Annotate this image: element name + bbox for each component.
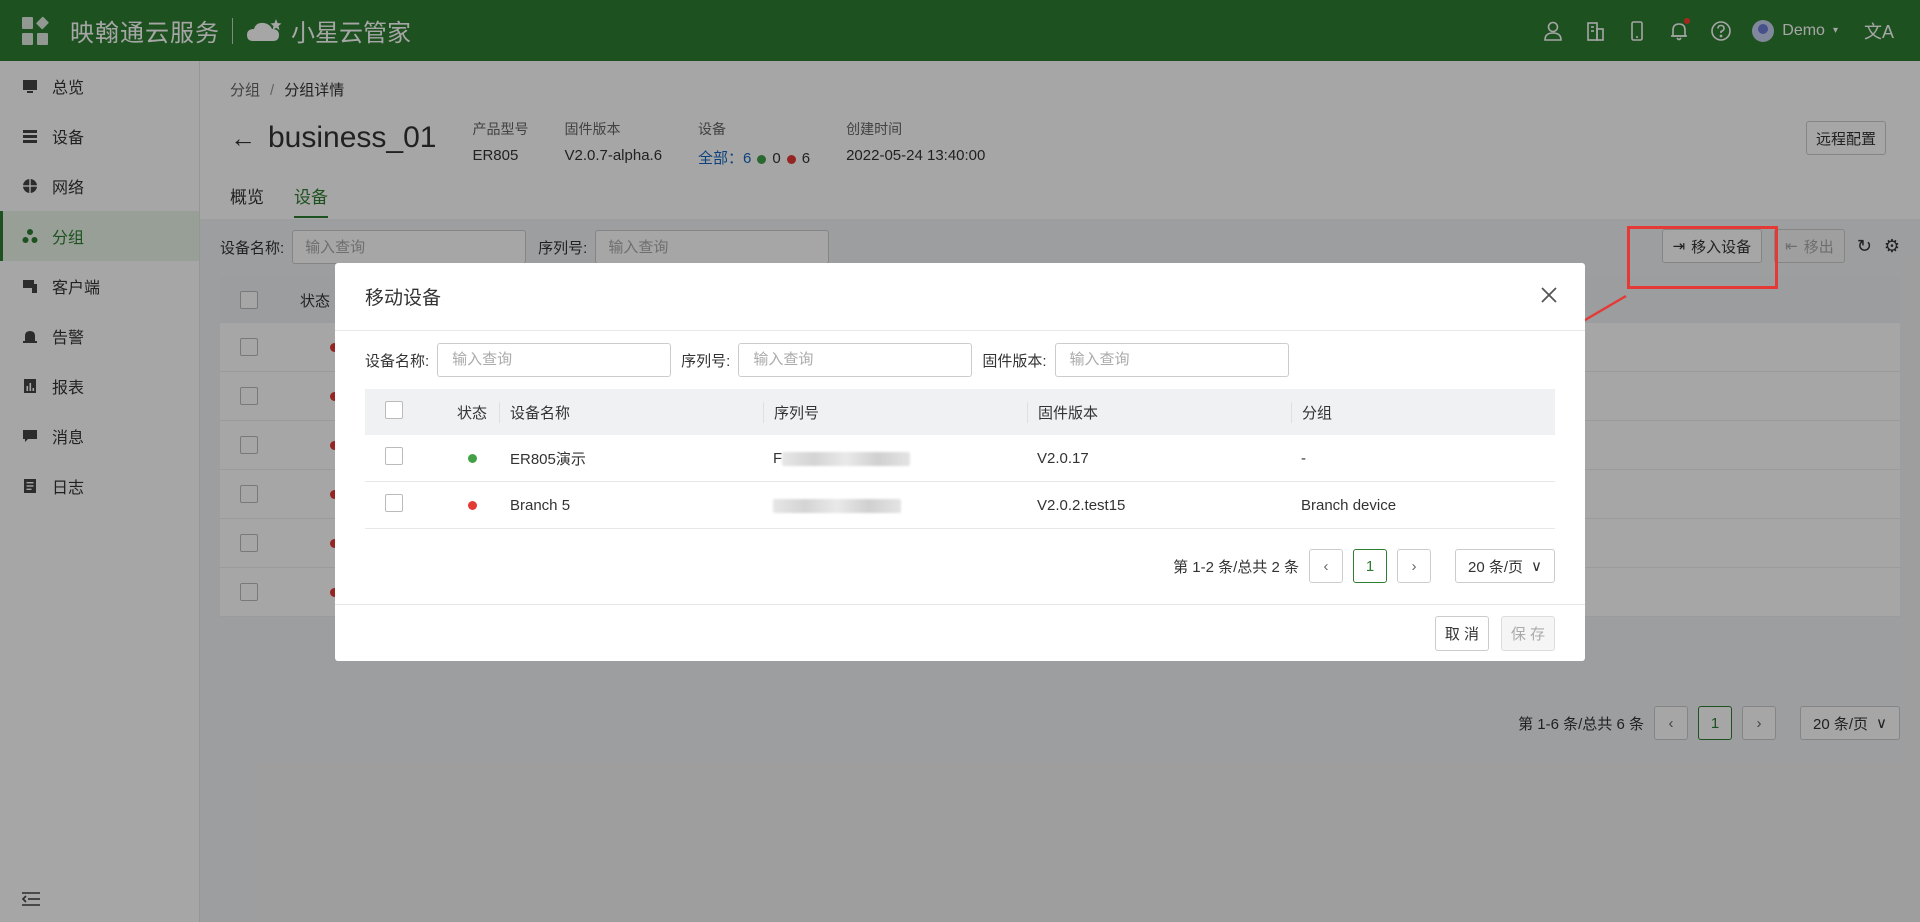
column-header-serial: 序列号 bbox=[763, 401, 1027, 423]
device-firmware: V2.0.2.test15 bbox=[1037, 496, 1126, 514]
candidate-device-table: 状态 设备名称 序列号 固件版本 分组 ER805演示 F V2.0.17 - … bbox=[365, 389, 1555, 529]
row-checkbox[interactable] bbox=[385, 447, 403, 465]
table-header: 状态 设备名称 序列号 固件版本 分组 bbox=[365, 389, 1555, 435]
device-serial bbox=[763, 497, 1027, 514]
status-offline-dot bbox=[467, 500, 477, 510]
device-serial: F bbox=[763, 450, 1027, 467]
page-size-select[interactable]: 20 条/页 ∨ bbox=[1454, 549, 1555, 583]
redacted-serial bbox=[782, 451, 911, 466]
next-page-button[interactable]: › bbox=[1396, 549, 1431, 583]
redacted-serial bbox=[773, 498, 901, 513]
device-name: ER805演示 bbox=[510, 450, 586, 468]
status-online-dot bbox=[467, 453, 477, 463]
column-header-name: 设备名称 bbox=[499, 401, 763, 423]
move-device-dialog: 移动设备 设备名称: 输入查询 序列号: 输入查询 固件版本: 输入查询 状态 … bbox=[335, 263, 1585, 661]
column-header-status: 状态 bbox=[456, 404, 487, 422]
dialog-footer: 取 消 保 存 bbox=[335, 604, 1585, 661]
save-button[interactable]: 保 存 bbox=[1500, 616, 1555, 651]
column-header-firmware: 固件版本 bbox=[1027, 401, 1291, 423]
row-checkbox[interactable] bbox=[385, 494, 403, 512]
dialog-pagination: 第 1-2 条/总共 2 条 ‹ 1 › 20 条/页 ∨ bbox=[1173, 549, 1555, 583]
column-header-group: 分组 bbox=[1291, 401, 1555, 423]
serial-search-input[interactable]: 输入查询 bbox=[738, 343, 973, 377]
table-row[interactable]: ER805演示 F V2.0.17 - bbox=[365, 435, 1555, 482]
firmware-search-input[interactable]: 输入查询 bbox=[1054, 343, 1289, 377]
device-group: - bbox=[1301, 449, 1306, 467]
highlight-box bbox=[1627, 226, 1778, 289]
pagination-summary: 第 1-2 条/总共 2 条 bbox=[1173, 558, 1299, 576]
close-icon[interactable] bbox=[1539, 285, 1559, 305]
table-row[interactable]: Branch 5 V2.0.2.test15 Branch device bbox=[365, 482, 1555, 529]
device-firmware: V2.0.17 bbox=[1037, 449, 1089, 467]
page-number-button[interactable]: 1 bbox=[1352, 549, 1387, 583]
device-group: Branch device bbox=[1301, 496, 1397, 514]
serial-label: 序列号: bbox=[681, 352, 731, 370]
device-name-label: 设备名称: bbox=[365, 352, 430, 370]
select-all-checkbox[interactable] bbox=[385, 401, 403, 419]
cancel-button[interactable]: 取 消 bbox=[1434, 616, 1489, 651]
prev-page-button[interactable]: ‹ bbox=[1308, 549, 1343, 583]
device-name-search-input[interactable]: 输入查询 bbox=[437, 343, 672, 377]
firmware-label: 固件版本: bbox=[982, 352, 1047, 370]
chevron-down-icon: ∨ bbox=[1531, 558, 1542, 575]
device-name: Branch 5 bbox=[510, 496, 571, 514]
dialog-title: 移动设备 bbox=[365, 288, 442, 309]
